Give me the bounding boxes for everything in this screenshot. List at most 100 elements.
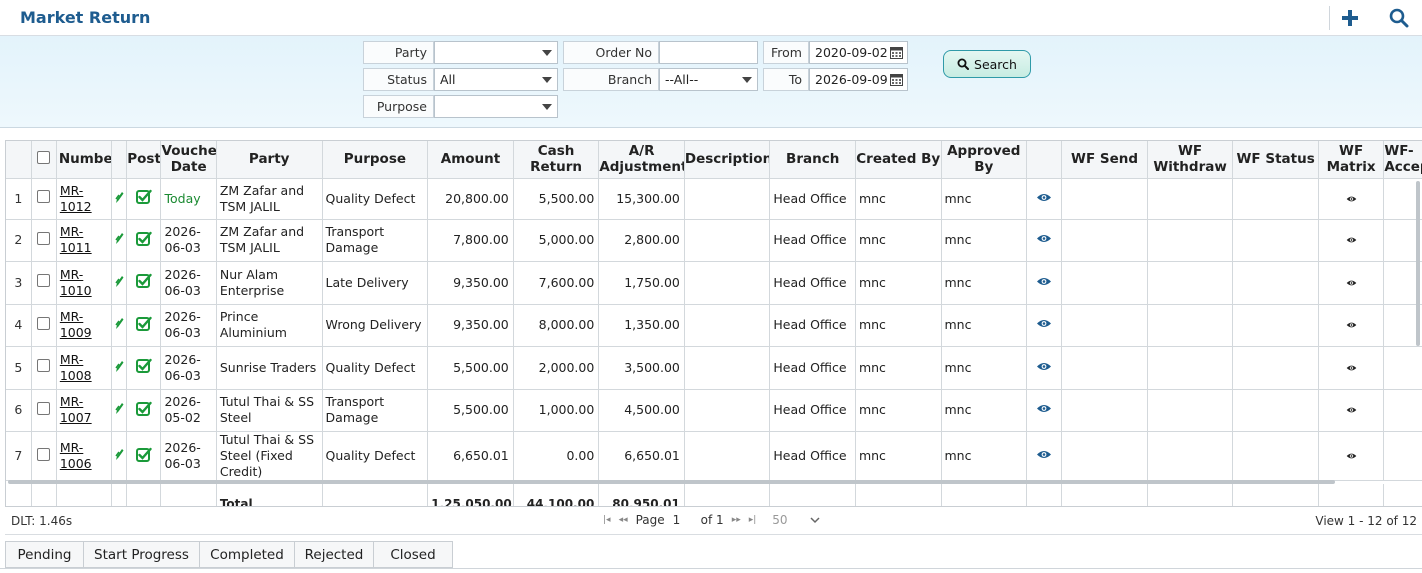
col-amount[interactable]: Amount (427, 141, 514, 179)
created-by-cell: mnc (855, 219, 942, 262)
col-wf-withdraw[interactable]: WF Withdraw (1147, 141, 1234, 179)
edit-icon[interactable] (115, 274, 124, 288)
col-approved-by[interactable]: Approved By (941, 141, 1028, 179)
eye-icon[interactable] (1346, 402, 1357, 417)
table-row[interactable]: 6 MR-1007 2026-05-02 Tutul Thai & SS Steel T… (6, 389, 1422, 432)
table-row[interactable]: 5 MR-1008 2026-06-03 Sunrise Traders Quality… (6, 346, 1422, 390)
eye-icon[interactable] (1346, 317, 1357, 332)
eye-icon[interactable] (1346, 191, 1357, 206)
eye-icon[interactable] (1036, 360, 1052, 375)
edit-icon[interactable] (115, 316, 124, 330)
table-row[interactable]: 7 MR-1006 2026-06-03 Tutul Thai & SS Steel … (6, 431, 1422, 481)
row-checkbox[interactable] (37, 190, 51, 203)
amount-cell: 5,500.00 (427, 389, 514, 432)
last-page-icon[interactable]: ▸| (749, 515, 757, 525)
row-checkbox[interactable] (37, 359, 51, 373)
row-checkbox[interactable] (37, 316, 51, 330)
check-icon[interactable] (135, 358, 152, 374)
from-date-input[interactable]: 2020-09-02 (809, 41, 908, 64)
eye-icon[interactable] (1346, 448, 1357, 463)
add-button[interactable] (1337, 5, 1363, 31)
edit-icon[interactable] (115, 359, 124, 373)
search-toggle-button[interactable] (1386, 5, 1412, 31)
vertical-scrollbar[interactable] (1416, 181, 1420, 346)
calendar-icon[interactable] (890, 73, 903, 86)
col-branch[interactable]: Branch (769, 141, 856, 179)
col-wf-matrix[interactable]: WF Matrix (1318, 141, 1385, 179)
to-date-input[interactable]: 2026-09-09 (809, 68, 908, 91)
rows-per-page-select[interactable]: 50 (772, 513, 820, 527)
col-purpose[interactable]: Purpose (322, 141, 429, 179)
calendar-icon[interactable] (890, 46, 903, 59)
prev-page-icon[interactable]: ◂◂ (619, 515, 628, 525)
table-row[interactable]: 3 MR-1010 2026-06-03 Nur Alam Enterprise Lat… (6, 261, 1422, 305)
eye-icon[interactable] (1346, 360, 1357, 375)
edit-icon[interactable] (115, 190, 124, 204)
eye-icon[interactable] (1036, 402, 1052, 417)
col-wf-status[interactable]: WF Status (1232, 141, 1319, 179)
col-description[interactable]: Description (684, 141, 771, 179)
check-icon[interactable] (135, 316, 152, 331)
edit-icon[interactable] (115, 447, 124, 461)
table-row[interactable]: 1 MR-1012 Today ZM Zafar and TSM JALIL Quali… (6, 178, 1422, 220)
purpose-label: Purpose (363, 95, 434, 118)
check-icon[interactable] (135, 189, 152, 204)
eye-icon[interactable] (1346, 232, 1357, 247)
voucher-number-link[interactable]: MR-1006 (60, 440, 92, 471)
voucher-number-link[interactable]: MR-1008 (60, 352, 92, 383)
order-no-input[interactable] (659, 41, 758, 64)
check-icon[interactable] (135, 273, 152, 289)
col-wf-send[interactable]: WF Send (1061, 141, 1148, 179)
next-page-icon[interactable]: ▸▸ (732, 515, 741, 525)
chevron-down-icon (810, 516, 820, 523)
tab-pending[interactable]: Pending (6, 542, 84, 567)
col-wf-accept[interactable]: WF-Accept (1383, 141, 1422, 179)
table-row[interactable]: 2 MR-1011 2026-06-03 ZM Zafar and TSM JALIL… (6, 219, 1422, 262)
status-select[interactable]: All (434, 68, 558, 91)
row-checkbox[interactable] (37, 274, 51, 288)
eye-icon[interactable] (1036, 317, 1052, 332)
description-cell (684, 389, 771, 432)
col-ar-adjustment[interactable]: A/R Adjustment (598, 141, 685, 179)
tab-start-progress[interactable]: Start Progress (84, 542, 200, 567)
table-row[interactable]: 4 MR-1009 2026-06-03 Prince Aluminium Wrong … (6, 304, 1422, 347)
purpose-select[interactable] (434, 95, 558, 118)
col-created-by[interactable]: Created By (855, 141, 942, 179)
check-icon[interactable] (135, 447, 152, 462)
row-number: 3 (6, 261, 32, 305)
voucher-number-link[interactable]: MR-1007 (60, 394, 92, 425)
check-icon[interactable] (135, 231, 152, 246)
page-input[interactable]: 1 (673, 513, 693, 527)
voucher-number-link[interactable]: MR-1009 (60, 309, 92, 340)
row-checkbox[interactable] (37, 231, 51, 245)
edit-cell (111, 219, 128, 262)
row-checkbox[interactable] (37, 447, 51, 461)
edit-icon[interactable] (115, 401, 124, 415)
voucher-number-link[interactable]: MR-1010 (60, 267, 92, 298)
col-number[interactable]: Number (56, 141, 113, 179)
ar-adjustment-cell: 1,350.00 (598, 304, 685, 347)
col-voucher-date[interactable]: Voucher Date (160, 141, 217, 179)
col-cash-return[interactable]: Cash Return (513, 141, 600, 179)
tab-rejected[interactable]: Rejected (295, 542, 374, 567)
voucher-number-link[interactable]: MR-1012 (60, 183, 92, 214)
search-button[interactable]: Search (943, 50, 1031, 78)
eye-icon[interactable] (1036, 191, 1052, 206)
tab-closed[interactable]: Closed (374, 542, 453, 567)
party-select[interactable] (434, 41, 558, 64)
first-page-icon[interactable]: |◂ (603, 515, 611, 525)
tab-completed[interactable]: Completed (200, 542, 295, 567)
col-post[interactable]: Post (126, 141, 162, 179)
select-all-checkbox[interactable] (37, 150, 51, 164)
check-icon[interactable] (135, 401, 152, 416)
eye-icon[interactable] (1036, 232, 1052, 247)
voucher-number-link[interactable]: MR-1011 (60, 224, 92, 255)
branch-select[interactable]: --All-- (659, 68, 758, 91)
col-party[interactable]: Party (216, 141, 323, 179)
eye-icon[interactable] (1036, 275, 1052, 290)
edit-icon[interactable] (115, 231, 124, 245)
number-cell: MR-1007 (56, 389, 113, 432)
eye-icon[interactable] (1036, 448, 1052, 463)
row-checkbox[interactable] (37, 401, 51, 415)
eye-icon[interactable] (1346, 275, 1357, 290)
